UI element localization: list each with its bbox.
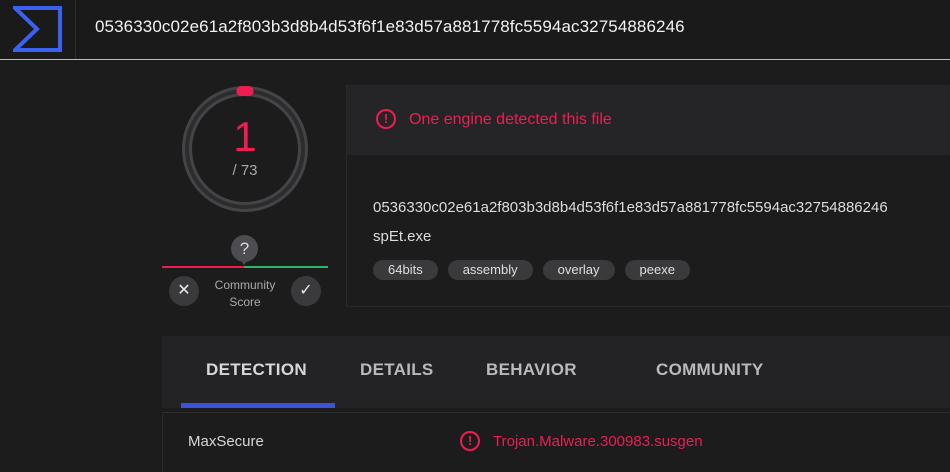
alert-text: One engine detected this file: [409, 111, 612, 128]
alert-icon: !: [376, 109, 396, 129]
page-title: 0536330c02e61a2f803b3d8b4d53f6f1e83d57a8…: [95, 17, 685, 36]
detection-alert: ! One engine detected this file: [347, 85, 950, 155]
file-hash[interactable]: 0536330c02e61a2f803b3d8b4d53f6f1e83d57a8…: [373, 199, 888, 216]
tab-detection[interactable]: DETECTION: [206, 360, 307, 380]
engine-total: / 73: [232, 162, 258, 179]
tab-community[interactable]: COMMUNITY: [656, 360, 764, 380]
tag-chip[interactable]: assembly: [447, 260, 533, 280]
detection-count: 1: [233, 113, 257, 160]
active-tab-indicator: [181, 403, 335, 408]
tag-chip[interactable]: overlay: [542, 260, 615, 280]
check-icon: ✓: [299, 282, 313, 299]
vote-malicious-button[interactable]: ✕: [169, 276, 199, 306]
detection-row: MaxSecure ! Trojan.Malware.300983.susgen: [162, 414, 950, 472]
community-score-label: Community Score: [214, 278, 276, 309]
community-score-bubble: ?: [231, 235, 258, 265]
tab-behavior[interactable]: BEHAVIOR: [486, 360, 577, 380]
logo[interactable]: [0, 0, 76, 59]
file-tags: 64bits assembly overlay peexe: [373, 260, 690, 280]
vote-harmless-button[interactable]: ✓: [291, 276, 321, 306]
tag-chip[interactable]: peexe: [624, 260, 690, 280]
top-bar: 0536330c02e61a2f803b3d8b4d53f6f1e83d57a8…: [0, 0, 950, 60]
report-tabs: DETECTION DETAILS BEHAVIOR COMMUNITY: [162, 336, 950, 408]
tab-details[interactable]: DETAILS: [360, 360, 434, 380]
detection-result: Trojan.Malware.300983.susgen: [493, 433, 703, 450]
community-bar-malicious: [162, 266, 244, 268]
virustotal-logo-icon: [13, 6, 62, 52]
malicious-alert-icon: !: [460, 431, 480, 451]
community-bar-harmless: [244, 266, 328, 268]
divider: [162, 412, 950, 413]
tag-chip[interactable]: 64bits: [373, 260, 438, 280]
file-summary-panel: ! One engine detected this file 0536330c…: [346, 85, 950, 307]
file-name: spEt.exe: [373, 228, 432, 245]
engine-name: MaxSecure: [188, 433, 264, 450]
close-icon: ✕: [177, 282, 191, 299]
